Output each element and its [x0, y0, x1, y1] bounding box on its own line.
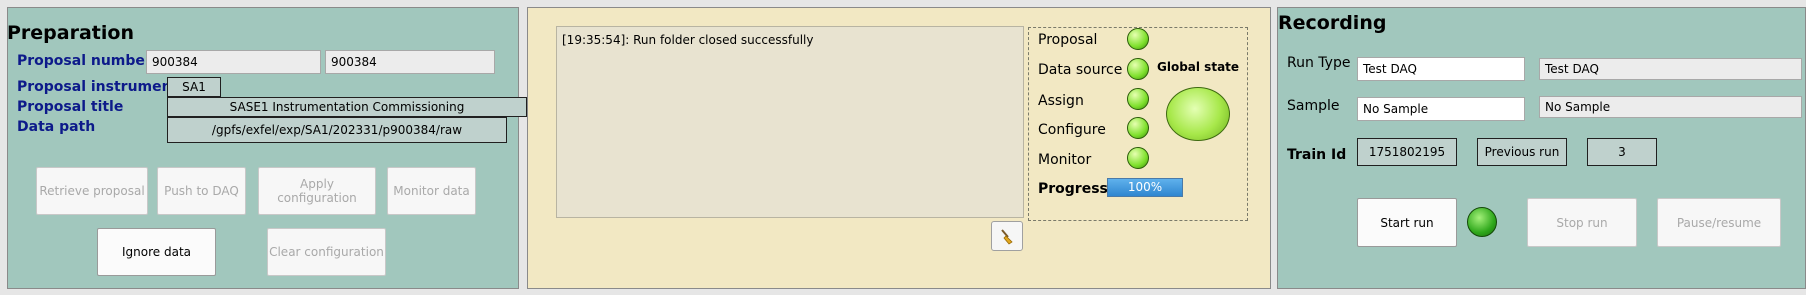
- train-id-label: Train Id: [1287, 147, 1347, 163]
- proposal-number-label: Proposal number: [17, 53, 152, 69]
- ignore-data-button[interactable]: Ignore data: [97, 228, 216, 276]
- progress-label: Progress: [1038, 181, 1108, 197]
- sample-label: Sample: [1287, 98, 1340, 114]
- preparation-title: Preparation: [7, 22, 134, 44]
- data-path-label: Data path: [17, 119, 96, 135]
- proposal-check-icon: [1127, 28, 1149, 50]
- run-type-label: Run Type: [1287, 55, 1351, 71]
- run-type-input[interactable]: Test DAQ: [1357, 57, 1525, 81]
- start-run-button[interactable]: Start run: [1357, 198, 1457, 247]
- log-view[interactable]: [19:35:54]: Run folder closed successful…: [556, 26, 1024, 218]
- status-label-monitor: Monitor: [1038, 152, 1092, 168]
- push-to-daq-button[interactable]: Push to DAQ: [157, 167, 246, 215]
- global-state-indicator: [1166, 87, 1230, 141]
- apply-configuration-button[interactable]: Apply configuration: [258, 167, 376, 215]
- proposal-title-label: Proposal title: [17, 99, 124, 115]
- data-path-value: /gpfs/exfel/exp/SA1/202331/p900384/raw: [167, 117, 507, 143]
- log-entry: [19:35:54]: Run folder closed successful…: [562, 33, 814, 47]
- proposal-number-input[interactable]: 900384: [146, 50, 321, 74]
- proposal-instrument-value: SA1: [167, 77, 221, 97]
- sample-input[interactable]: No Sample: [1357, 97, 1525, 121]
- proposal-number-confirm-input[interactable]: 900384: [325, 50, 495, 74]
- train-id-value: 1751802195: [1357, 138, 1457, 166]
- pause-resume-button[interactable]: Pause/resume: [1657, 198, 1781, 247]
- status-label-data-source: Data source: [1038, 62, 1123, 78]
- clear-log-button[interactable]: [991, 221, 1023, 251]
- global-state-label: Global state: [1157, 60, 1240, 74]
- previous-run-label: Previous run: [1477, 138, 1567, 166]
- data-source-check-icon: [1127, 58, 1149, 80]
- run-type-select[interactable]: Test DAQ: [1539, 58, 1802, 80]
- retrieve-proposal-button[interactable]: Retrieve proposal: [36, 167, 148, 215]
- monitor-check-icon: [1127, 147, 1149, 169]
- configure-check-icon: [1127, 117, 1149, 139]
- status-label-assign: Assign: [1038, 93, 1084, 109]
- proposal-instrument-label: Proposal instrument: [17, 79, 179, 95]
- status-label-configure: Configure: [1038, 122, 1106, 138]
- proposal-title-value: SASE1 Instrumentation Commissioning: [167, 97, 527, 117]
- run-status-indicator: [1467, 207, 1497, 237]
- monitor-data-button[interactable]: Monitor data: [387, 167, 476, 215]
- previous-run-value: 3: [1587, 138, 1657, 166]
- progress-bar: 100%: [1107, 178, 1183, 197]
- broom-icon: [1001, 229, 1013, 245]
- recording-title: Recording: [1278, 12, 1387, 34]
- sample-select[interactable]: No Sample: [1539, 96, 1802, 118]
- progress-text: 100%: [1127, 180, 1163, 194]
- stop-run-button[interactable]: Stop run: [1527, 198, 1637, 247]
- assign-check-icon: [1127, 88, 1149, 110]
- clear-configuration-button[interactable]: Clear configuration: [267, 228, 386, 276]
- status-label-proposal: Proposal: [1038, 32, 1098, 48]
